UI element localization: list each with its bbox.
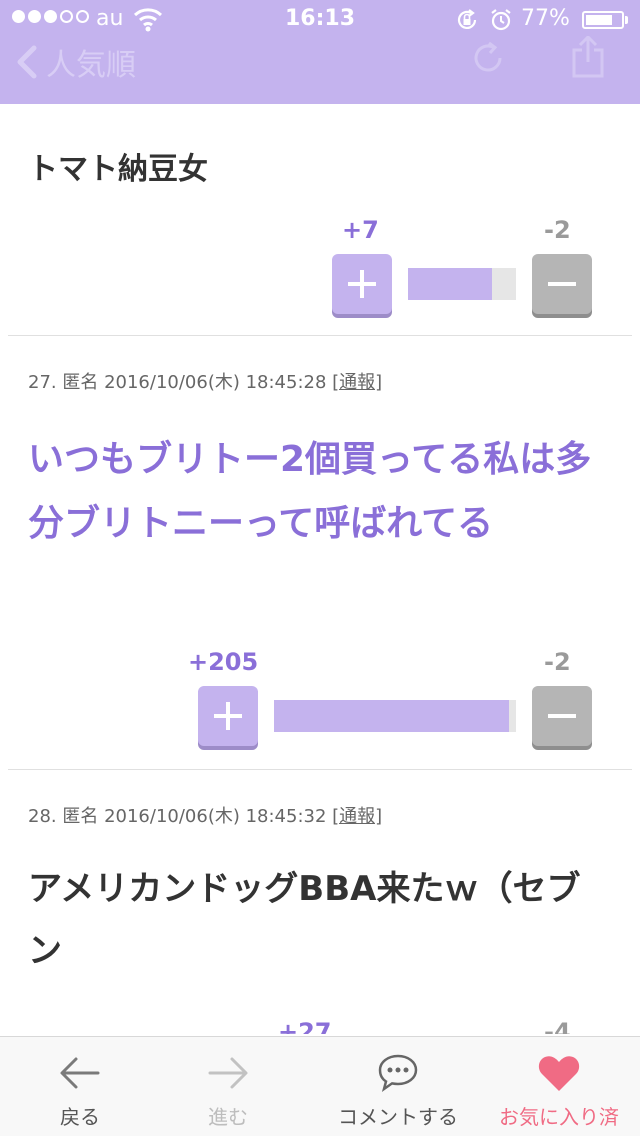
alarm-icon [491,9,511,31]
report-link[interactable]: [通報] [332,806,382,827]
heart-icon [538,1056,580,1091]
share-icon[interactable] [570,36,606,78]
reload-icon[interactable] [470,40,506,76]
plus-button[interactable] [332,254,392,314]
arrow-left-icon [60,1057,100,1089]
comment-meta-text: 28. 匿名 2016/10/06(木) 18:45:32 [28,806,333,827]
comment-meta: 28. 匿名 2016/10/06(木) 18:45:32 [通報] [28,802,382,828]
plus-count: +205 [188,648,259,676]
comment-item: 28. 匿名 2016/10/06(木) 18:45:32 [通報] アメリカン… [8,770,632,1034]
plus-count: +27 [278,1018,332,1034]
tab-back-label: 戻る [60,1105,100,1129]
tab-back[interactable]: 戻る [40,1037,120,1136]
comment-item: トマト納豆女 +7 -2 [8,104,632,336]
back-label: 人気順 [46,48,136,83]
status-bar: au 16:13 77% [0,0,640,40]
arrow-right-icon [208,1057,248,1089]
header: au 16:13 77% 人気順 [0,0,640,104]
vote-ratio-bar [408,268,516,300]
minus-button[interactable] [532,686,592,746]
tab-forward[interactable]: 進む [188,1037,268,1136]
rotation-lock-icon [457,9,477,29]
tab-favorite-label: お気に入り済 [499,1105,619,1129]
comment-list: トマト納豆女 +7 -2 27. 匿名 2016/10/06(木) 18:45:… [0,104,640,1034]
back-button[interactable]: 人気順 [14,40,136,84]
battery-icon [582,11,624,29]
tab-forward-label: 進む [208,1105,248,1129]
comment-body: いつもブリトー2個買ってる私は多分ブリトニーって呼ばれてる [28,439,592,544]
minus-icon [548,282,576,286]
plus-icon [214,702,242,730]
vote-ratio-fill [274,700,509,732]
plus-button[interactable] [198,686,258,746]
plus-count: +7 [342,216,379,244]
tab-comment-label: コメントする [338,1105,458,1129]
comment-meta-text: 27. 匿名 2016/10/06(木) 18:45:28 [28,372,333,393]
minus-count: -4 [544,1018,571,1034]
battery-tip [625,16,628,24]
plus-icon [348,270,376,298]
tab-comment[interactable]: コメントする [326,1037,470,1136]
bottom-toolbar: 戻る 進む コメントする お気に入り済 [0,1036,640,1136]
comment-body: トマト納豆女 [28,152,208,187]
comment-body: アメリカンドッグBBA来たｗ（セブン [28,869,581,971]
minus-count: -2 [544,216,571,244]
comment-item: 27. 匿名 2016/10/06(木) 18:45:28 [通報] いつもブリ… [8,336,632,770]
vote-ratio-fill [408,268,493,300]
minus-button[interactable] [532,254,592,314]
minus-count: -2 [544,648,571,676]
report-link[interactable]: [通報] [332,372,382,393]
tab-favorite[interactable]: お気に入り済 [494,1037,624,1136]
navigation-bar: 人気順 [0,36,640,104]
speech-bubble-icon [378,1054,418,1092]
minus-icon [548,714,576,718]
comment-meta: 27. 匿名 2016/10/06(木) 18:45:28 [通報] [28,368,382,394]
vote-ratio-bar [274,700,516,732]
battery-percent: 77% [521,6,570,31]
chevron-left-icon [17,45,37,79]
